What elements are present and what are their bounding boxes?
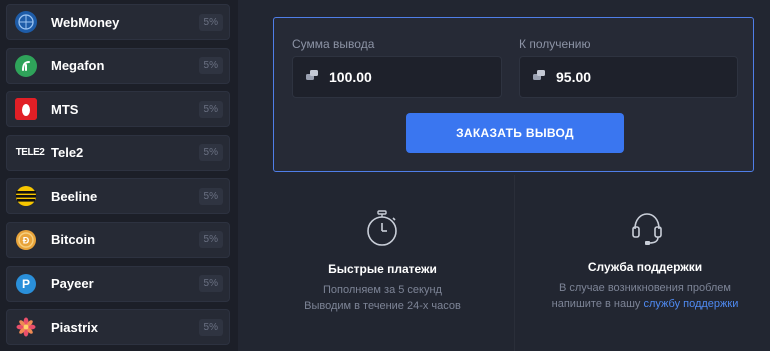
amount-label: Сумма вывода — [292, 37, 375, 51]
fee-badge: 5% — [198, 318, 223, 336]
method-label: MTS — [51, 101, 79, 117]
webmoney-icon — [15, 11, 37, 33]
method-label: Beeline — [51, 188, 98, 204]
fee-badge: 5% — [198, 231, 223, 249]
feature-line: В случае возникновения проблем — [559, 282, 731, 294]
payment-methods-list: WebMoney 5% Megafon 5% MTS 5% TELE2 Tele… — [0, 0, 238, 351]
method-label: WebMoney — [51, 14, 120, 30]
fee-badge: 5% — [198, 275, 223, 293]
feature-line: Выводим в течение 24-х часов — [304, 300, 461, 312]
headset-icon — [630, 211, 664, 252]
piastrix-icon — [15, 316, 37, 338]
stopwatch-icon — [365, 209, 399, 252]
feature-line: Пополняем за 5 секунд — [323, 284, 442, 296]
method-label: Bitcoin — [51, 232, 96, 248]
svg-text:P: P — [22, 277, 30, 291]
feature-title: Быстрые платежи — [328, 262, 437, 276]
feature-line: напишите в нашу службу поддержки — [545, 296, 745, 312]
withdraw-panel: Сумма вывода 100.00 К получению 95.00 ЗА… — [273, 17, 754, 172]
receive-label: К получению — [519, 37, 591, 51]
fee-badge: 5% — [198, 144, 223, 162]
feature-support: Служба поддержки В случае возникновения … — [545, 260, 745, 312]
beeline-icon — [15, 185, 37, 207]
order-withdraw-button[interactable]: ЗАКАЗАТЬ ВЫВОД — [406, 113, 624, 153]
feature-divider — [514, 175, 515, 351]
method-payeer[interactable]: P Payeer 5% — [6, 265, 230, 302]
mts-icon — [15, 98, 37, 121]
bitcoin-icon: Ð — [15, 229, 37, 251]
receive-value: 95.00 — [556, 69, 592, 85]
method-piastrix[interactable]: Piastrix 5% — [6, 309, 230, 346]
method-label: Tele2 — [51, 145, 84, 161]
feature-title: Служба поддержки — [587, 260, 703, 274]
support-link[interactable]: службу поддержки — [643, 298, 738, 310]
feature-line-prefix: напишите в нашу — [551, 298, 644, 310]
fee-badge: 5% — [198, 13, 223, 31]
method-mts[interactable]: MTS 5% — [6, 91, 230, 128]
coins-icon — [532, 68, 546, 87]
method-megafon[interactable]: Megafon 5% — [6, 47, 230, 84]
coins-icon — [305, 68, 319, 87]
method-tele2[interactable]: TELE2 Tele2 5% — [6, 134, 230, 171]
method-webmoney[interactable]: WebMoney 5% — [6, 4, 230, 40]
feature-fast-payments: Быстрые платежи Пополняем за 5 секунд Вы… — [290, 262, 475, 314]
method-label: Payeer — [51, 276, 94, 292]
method-bitcoin[interactable]: Ð Bitcoin 5% — [6, 221, 230, 258]
receive-field: 95.00 — [519, 56, 738, 98]
amount-field[interactable]: 100.00 — [292, 56, 502, 98]
svg-text:Ð: Ð — [23, 235, 30, 245]
method-beeline[interactable]: Beeline 5% — [6, 178, 230, 215]
amount-value: 100.00 — [329, 69, 372, 85]
megafon-icon — [15, 54, 37, 77]
tele2-icon: TELE2 — [15, 147, 45, 159]
method-label: Megafon — [51, 58, 105, 74]
payeer-icon: P — [15, 273, 37, 295]
method-label: Piastrix — [51, 319, 98, 335]
fee-badge: 5% — [198, 187, 223, 205]
fee-badge: 5% — [198, 100, 223, 118]
fee-badge: 5% — [198, 57, 223, 75]
